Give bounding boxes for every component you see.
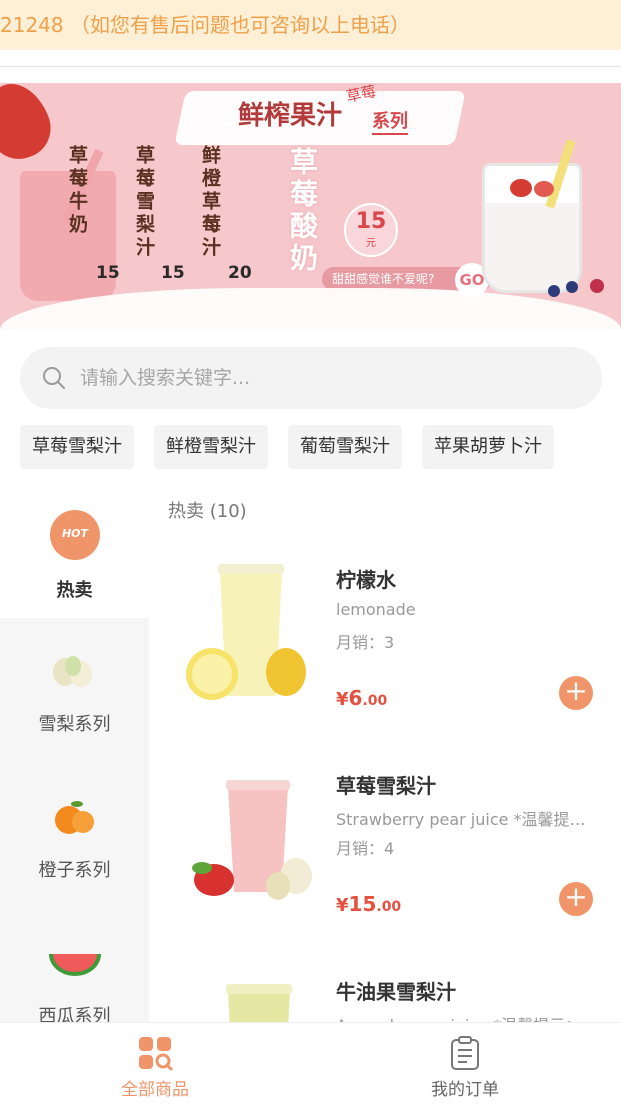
product-name: 牛油果雪梨汁 — [336, 980, 456, 1004]
strawberry-pear-juice-image — [192, 780, 312, 900]
quick-tag[interactable]: 草莓雪梨汁 — [20, 425, 134, 469]
quick-tags: 草莓雪梨汁 鲜橙雪梨汁 葡萄雪梨汁 苹果胡萝卜汁 — [20, 425, 554, 469]
price-decimal: .00 — [376, 899, 402, 915]
product-description: lemonade — [336, 600, 416, 619]
clipboard-icon — [451, 1036, 479, 1070]
price-integer: 6 — [348, 686, 363, 710]
add-to-cart-button[interactable]: + — [559, 676, 593, 710]
strawberry-decoration — [0, 83, 60, 168]
blueberry-icon — [566, 281, 578, 293]
product-card[interactable]: 草莓雪梨汁 Strawberry pear juice *温馨提示： 月销：4 … — [168, 762, 608, 932]
feature-price-number: 15 — [355, 209, 387, 234]
banner-drink-price: 15 — [161, 263, 185, 283]
lemonade-image — [186, 564, 306, 700]
sidebar-item-hot[interactable]: HOT 热卖 — [0, 488, 149, 618]
product-card[interactable]: 柠檬水 lemonade 月销：3 ¥6.00 + — [168, 556, 608, 726]
plus-icon: + — [564, 880, 588, 913]
feature-price-unit: 元 — [366, 238, 376, 249]
divider — [0, 66, 621, 67]
tab-label: 我的订单 — [431, 1080, 499, 1100]
banner-drink-name: 鲜橙草莓汁 — [199, 145, 221, 260]
product-price: ¥15.00 — [336, 892, 401, 916]
product-sales: 月销：3 — [336, 633, 395, 652]
quick-tag[interactable]: 葡萄雪梨汁 — [288, 425, 402, 469]
quick-tag[interactable]: 鲜橙雪梨汁 — [154, 425, 268, 469]
grid-search-icon — [139, 1037, 173, 1071]
banner-feature-price: 15 元 — [344, 203, 398, 257]
avocado-pear-juice-image — [226, 984, 292, 1022]
tab-my-orders[interactable]: 我的订单 — [310, 1023, 620, 1104]
yogurt-fill — [485, 203, 579, 290]
search-icon — [43, 367, 65, 389]
add-to-cart-button[interactable]: + — [559, 882, 593, 916]
sidebar-item-orange[interactable]: 橙子系列 — [0, 780, 149, 910]
sidebar-item-label: 橙子系列 — [38, 860, 111, 881]
watermelon-icon — [49, 954, 101, 976]
banner-drink-price: 15 — [96, 263, 120, 283]
category-sidebar: HOT 热卖 雪梨系列 橙子系列 西瓜系列 — [0, 488, 149, 1028]
product-description: Avocado pear juice *温馨提示： — [336, 1012, 594, 1022]
product-name: 柠檬水 — [336, 568, 396, 592]
price-currency: ¥ — [336, 895, 349, 916]
banner-title: 鲜榨果汁 — [238, 101, 343, 131]
notice-text: 21248 （如您有售后问题也可咨询以上电话） — [0, 13, 410, 37]
bottom-tab-bar: 全部商品 我的订单 — [0, 1022, 621, 1104]
banner-series: 系列 — [372, 107, 408, 135]
product-name: 草莓雪梨汁 — [336, 774, 436, 798]
banner-drink-name: 草莓雪梨汁 — [133, 145, 155, 260]
blueberry-icon — [548, 285, 560, 297]
raspberry-icon — [590, 279, 604, 293]
banner-drink-price: 20 — [228, 263, 252, 283]
hot-badge-text: HOT — [61, 527, 89, 540]
tab-all-products[interactable]: 全部商品 — [0, 1023, 310, 1104]
banner-feature-name: 草莓酸奶 — [286, 147, 319, 275]
banner-drink-name: 草莓牛奶 — [66, 145, 88, 237]
sidebar-item-label: 雪梨系列 — [38, 714, 111, 735]
promo-banner[interactable]: 鲜榨果汁 草莓 系列 草莓牛奶 草莓雪梨汁 鲜橙草莓汁 15 15 20 草莓酸… — [0, 83, 621, 330]
sidebar-item-pear[interactable]: 雪梨系列 — [0, 634, 149, 764]
search-input[interactable] — [80, 347, 580, 409]
category-header: 热卖 (10) — [168, 501, 247, 522]
product-description: Strawberry pear juice *温馨提示： — [336, 810, 594, 829]
plus-icon: + — [564, 674, 588, 707]
price-currency: ¥ — [336, 689, 349, 710]
yogurt-cup-illustration — [482, 163, 582, 293]
flame-icon: HOT — [50, 510, 100, 560]
product-card[interactable]: 牛油果雪梨汁 Avocado pear juice *温馨提示： — [168, 968, 608, 1022]
pear-icon — [53, 656, 92, 687]
quick-tag[interactable]: 苹果胡萝卜汁 — [422, 425, 554, 469]
price-decimal: .00 — [362, 693, 388, 709]
strawberry-slice-icon — [534, 181, 554, 197]
product-price: ¥6.00 — [336, 686, 387, 710]
search-bar[interactable] — [20, 347, 602, 409]
strawberry-slice-icon — [510, 179, 532, 197]
orange-icon — [55, 801, 94, 834]
product-sales: 月销：4 — [336, 839, 395, 858]
price-integer: 15 — [348, 892, 377, 916]
sidebar-item-label: 热卖 — [56, 580, 93, 601]
notice-bar: 21248 （如您有售后问题也可咨询以上电话） — [0, 0, 621, 50]
tab-label: 全部商品 — [121, 1080, 189, 1100]
